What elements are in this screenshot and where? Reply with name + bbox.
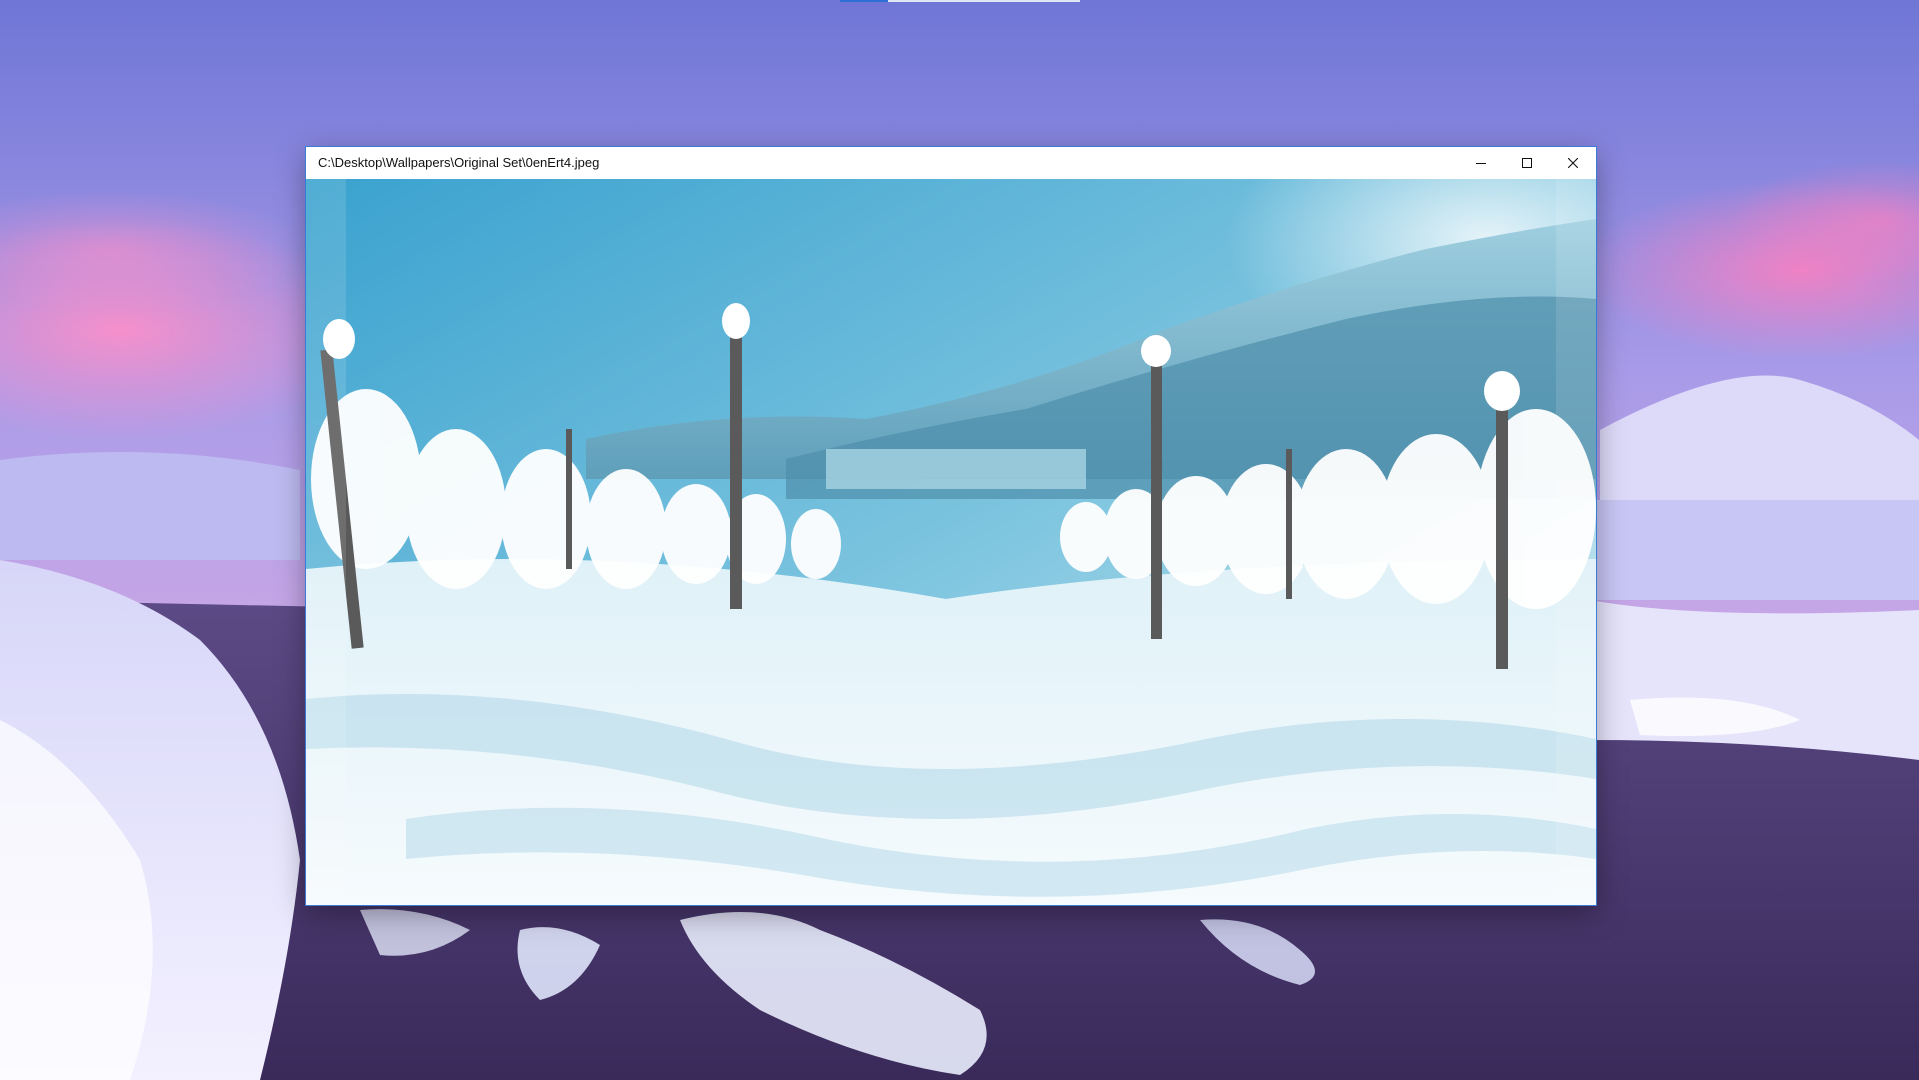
image-view[interactable]	[306, 179, 1596, 905]
taskbar-hint-active	[840, 0, 888, 2]
minimize-button[interactable]	[1458, 147, 1504, 179]
close-button[interactable]	[1550, 147, 1596, 179]
maximize-icon	[1522, 158, 1532, 168]
window-title: C:\Desktop\Wallpapers\Original Set\0enEr…	[318, 155, 600, 170]
next-image-area[interactable]	[1556, 179, 1596, 905]
maximize-button[interactable]	[1504, 147, 1550, 179]
photo-viewer-window: C:\Desktop\Wallpapers\Original Set\0enEr…	[306, 147, 1596, 905]
minimize-icon	[1476, 163, 1486, 164]
previous-image-area[interactable]	[306, 179, 346, 905]
title-bar[interactable]: C:\Desktop\Wallpapers\Original Set\0enEr…	[306, 147, 1596, 179]
displayed-photo	[306, 179, 1596, 905]
desktop: C:\Desktop\Wallpapers\Original Set\0enEr…	[0, 0, 1919, 1080]
close-icon	[1568, 158, 1578, 168]
